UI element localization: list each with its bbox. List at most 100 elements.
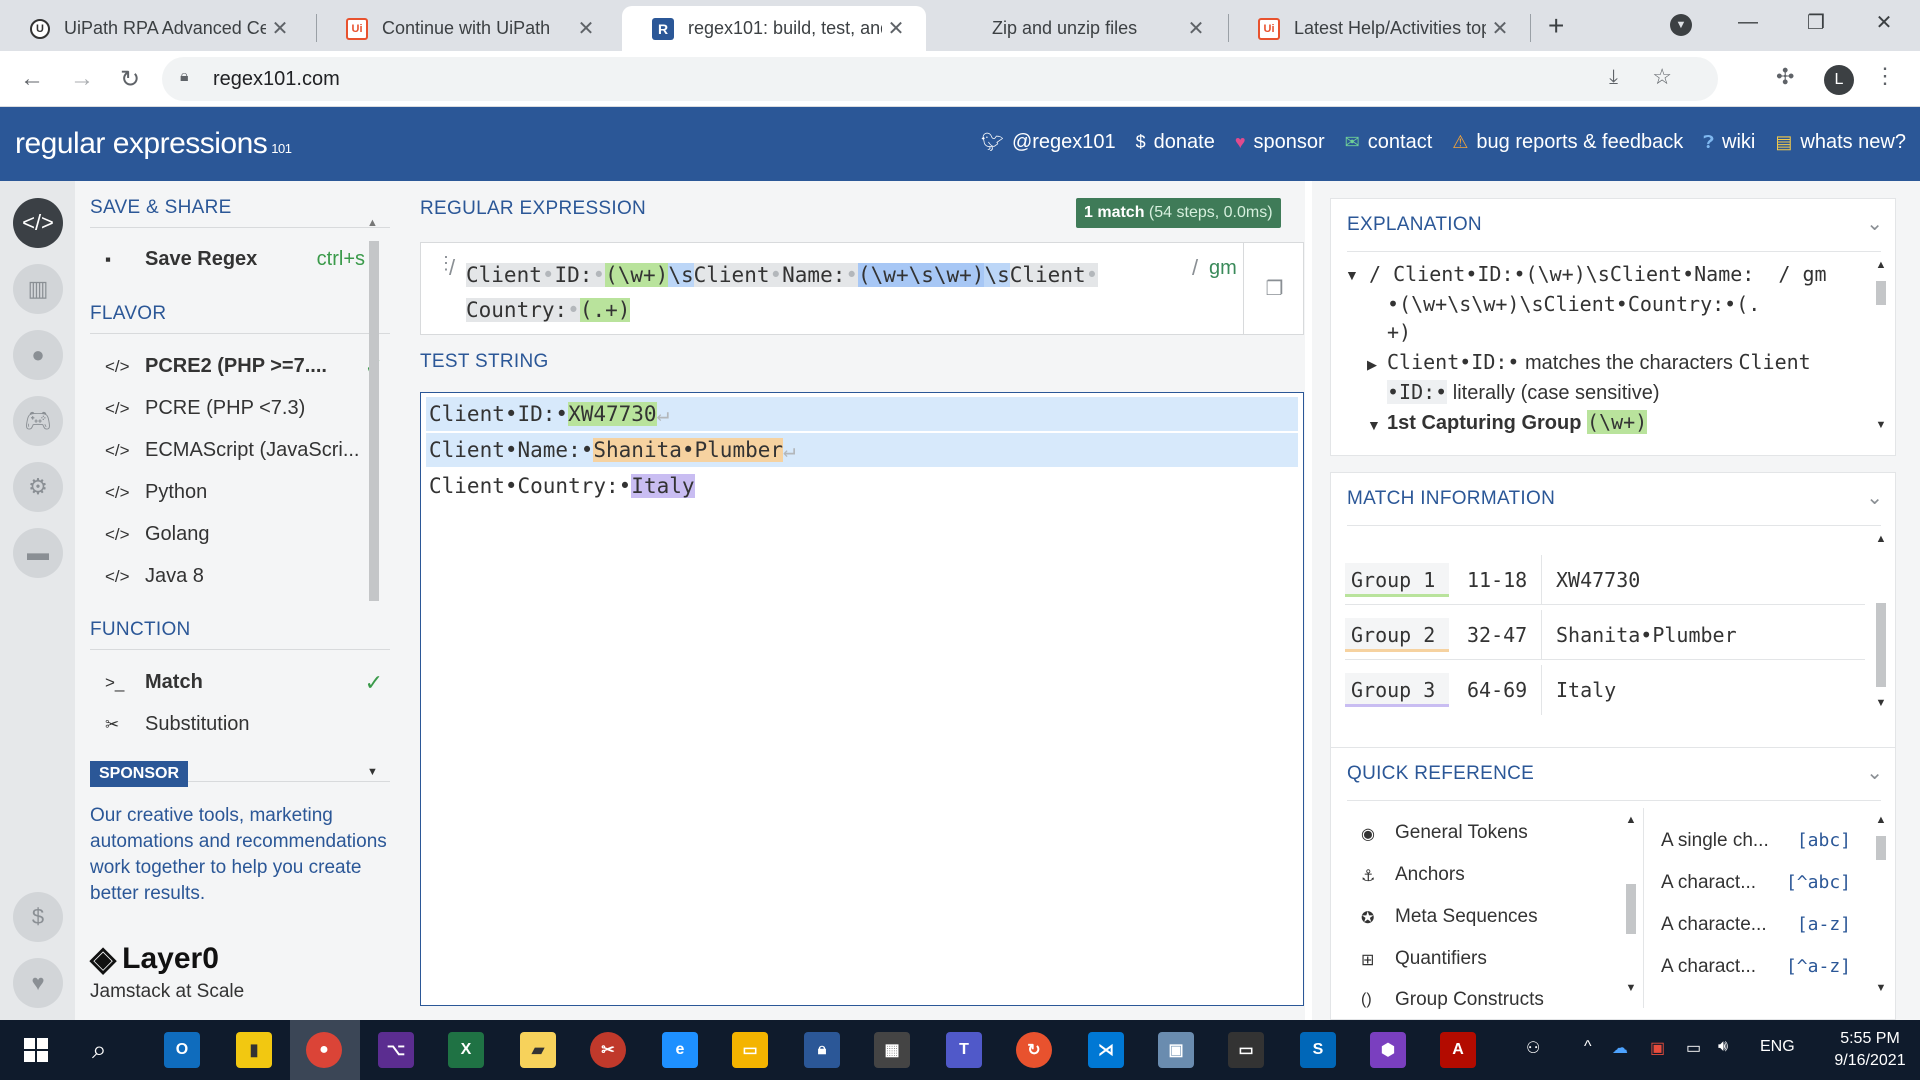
tab-search-icon[interactable]: ▼: [1670, 14, 1692, 36]
collapse-triangle-icon[interactable]: ▼: [1345, 267, 1359, 283]
battery-icon[interactable]: ▭: [1686, 1038, 1701, 1058]
teams-icon[interactable]: T: [946, 1032, 982, 1068]
terminal-icon[interactable]: ▭: [1228, 1032, 1264, 1068]
match-info-row[interactable]: Group 2 32-47 Shanita•Plumber: [1345, 609, 1865, 660]
scroll-thumb[interactable]: [1876, 281, 1886, 305]
copy-icon[interactable]: ❐: [1243, 243, 1305, 334]
scroll-down-icon[interactable]: ▼: [367, 766, 378, 778]
language-indicator[interactable]: ENG: [1760, 1038, 1795, 1056]
scroll-thumb[interactable]: [1876, 836, 1886, 860]
donate-link[interactable]: $ donate: [1136, 131, 1215, 154]
flavor-python[interactable]: </> Python: [105, 481, 395, 504]
flavor-java8[interactable]: </> Java 8: [105, 565, 395, 588]
search-icon[interactable]: ⌕: [92, 1034, 107, 1066]
chevron-down-icon[interactable]: ⌄: [1866, 211, 1883, 236]
extensions-puzzle-icon[interactable]: ✣: [1776, 64, 1794, 90]
qr-meta-sequences[interactable]: ✪ Meta Sequences: [1361, 906, 1538, 928]
chevron-down-icon[interactable]: ⌄: [1866, 760, 1883, 785]
expand-triangle-icon[interactable]: ▶: [1367, 357, 1377, 373]
close-icon[interactable]: ✕: [882, 16, 910, 41]
twitter-link[interactable]: 🐦︎ @regex101: [981, 131, 1116, 154]
sticky-notes-icon[interactable]: ▰: [520, 1032, 556, 1068]
close-icon[interactable]: ✕: [1182, 16, 1210, 41]
tab-latest-help[interactable]: Ui Latest Help/Activities topi ✕: [1228, 6, 1530, 51]
library-icon[interactable]: ▥: [13, 264, 63, 314]
qr-token-row[interactable]: A charact... [^abc]: [1661, 872, 1851, 894]
sponsor-link[interactable]: ♥ sponsor: [1235, 131, 1325, 154]
calculator-icon[interactable]: ▦: [874, 1032, 910, 1068]
tray-app-icon[interactable]: ▣: [1650, 1038, 1665, 1058]
regex-input[interactable]: ⋮ / Client•ID:•(\w+)\sClient•Name:•(\w+\…: [420, 242, 1304, 335]
function-match[interactable]: >_ Match ✓: [105, 670, 395, 695]
vscode-icon[interactable]: ⋊: [1088, 1032, 1124, 1068]
layer0-logo[interactable]: ◈ Layer0: [90, 939, 219, 979]
qr-category-scrollbar[interactable]: ▲ ▼: [1623, 814, 1639, 998]
tab-zip-unzip[interactable]: Zip and unzip files ✕: [926, 6, 1226, 51]
function-substitution[interactable]: ✂ Substitution: [105, 713, 395, 736]
editor-code-icon[interactable]: </>: [13, 198, 63, 248]
system-clock[interactable]: 5:55 PM 9/16/2021: [1820, 1028, 1920, 1072]
whats-new-link[interactable]: ▤ whats new?: [1775, 131, 1906, 154]
qr-token-scrollbar[interactable]: ▲ ▼: [1873, 814, 1889, 998]
wiki-link[interactable]: ❓︎ wiki: [1703, 131, 1755, 154]
chat-icon[interactable]: ▬: [13, 528, 63, 578]
settings-gear-icon[interactable]: ⚙: [13, 462, 63, 512]
favorite-heart-icon[interactable]: ♥: [13, 958, 63, 1008]
scroll-thumb[interactable]: [369, 241, 379, 601]
bug-reports-link[interactable]: ⚠ bug reports & feedback: [1452, 131, 1683, 154]
bookmark-star-icon[interactable]: ☆: [1652, 64, 1672, 90]
snipping-tool-icon[interactable]: ✂: [590, 1032, 626, 1068]
url-text[interactable]: regex101.com: [213, 68, 340, 91]
browser-menu-icon[interactable]: ⋮: [1874, 63, 1896, 89]
test-string-input[interactable]: Client•ID:•XW47730↵ Client•Name:•Shanita…: [420, 392, 1304, 1006]
user-icon[interactable]: ●: [13, 330, 63, 380]
chevron-down-icon[interactable]: ⌄: [1866, 485, 1883, 510]
internet-explorer-icon[interactable]: e: [662, 1032, 698, 1068]
close-icon[interactable]: ✕: [1486, 16, 1514, 41]
security-lock-icon[interactable]: 🔒︎: [804, 1032, 840, 1068]
onedrive-icon[interactable]: ☁: [1612, 1038, 1628, 1058]
back-arrow-icon[interactable]: ←: [16, 63, 48, 95]
tab-regex101[interactable]: R regex101: build, test, and ✕: [622, 6, 926, 51]
close-icon[interactable]: ✕: [266, 16, 294, 41]
profile-avatar[interactable]: L: [1824, 65, 1854, 95]
scroll-down-icon[interactable]: ▼: [1873, 419, 1889, 431]
sponsor-text[interactable]: Our creative tools, marketing automation…: [90, 803, 390, 907]
scroll-down-icon[interactable]: ▼: [1873, 982, 1889, 994]
qr-token-row[interactable]: A charact... [^a-z]: [1661, 956, 1851, 978]
windows-start-icon[interactable]: [24, 1038, 48, 1062]
address-bar[interactable]: 🔒︎ regex101.com ⤓ ☆: [162, 57, 1718, 101]
tab-continue-uipath[interactable]: Ui Continue with UiPath ✕: [316, 6, 616, 51]
scroll-up-icon[interactable]: ▲: [1623, 814, 1639, 826]
explanation-scrollbar[interactable]: ▲ ▼: [1873, 259, 1889, 435]
tray-chevron-icon[interactable]: ^: [1584, 1038, 1592, 1056]
uipath-assistant-icon[interactable]: ⬢: [1370, 1032, 1406, 1068]
people-icon[interactable]: ⚇: [1526, 1038, 1540, 1058]
window-close-icon[interactable]: ✕: [1854, 0, 1914, 44]
side-scrollbar[interactable]: ▲ ▼: [365, 217, 383, 781]
flavor-golang[interactable]: </> Golang: [105, 523, 395, 546]
outlook-icon[interactable]: O: [164, 1032, 200, 1068]
contact-link[interactable]: ✉ contact: [1345, 131, 1433, 154]
scroll-up-icon[interactable]: ▲: [1873, 814, 1889, 826]
excel-icon[interactable]: X: [448, 1032, 484, 1068]
match-info-scrollbar[interactable]: ▲ ▼: [1873, 533, 1889, 713]
site-logo[interactable]: regular expressions 101: [15, 127, 292, 161]
scroll-down-icon[interactable]: ▼: [1873, 697, 1889, 709]
sync-app-icon[interactable]: ↻: [1016, 1032, 1052, 1068]
collapse-triangle-icon[interactable]: ▼: [1367, 417, 1381, 433]
restore-icon[interactable]: ❐: [1786, 0, 1846, 44]
qr-token-row[interactable]: A single ch... [abc]: [1661, 830, 1851, 852]
quiz-gamepad-icon[interactable]: 🎮︎: [13, 396, 63, 446]
qr-anchors[interactable]: ⚓︎ Anchors: [1361, 864, 1465, 886]
flavor-ecmascript[interactable]: </> ECMAScript (JavaScri...: [105, 439, 395, 462]
remote-desktop-icon[interactable]: ▣: [1158, 1032, 1194, 1068]
donate-dollar-icon[interactable]: $: [13, 892, 63, 942]
qr-general-tokens[interactable]: ◉ General Tokens: [1361, 822, 1528, 844]
new-tab-plus-icon[interactable]: +: [1548, 10, 1564, 42]
scroll-down-icon[interactable]: ▼: [1623, 982, 1639, 994]
qr-token-row[interactable]: A characte... [a-z]: [1661, 914, 1851, 936]
flavor-pcre2[interactable]: </>PCRE2 (PHP >=7....✓: [105, 354, 395, 379]
scroll-thumb[interactable]: [1626, 884, 1636, 934]
minimize-icon[interactable]: —: [1718, 0, 1778, 44]
